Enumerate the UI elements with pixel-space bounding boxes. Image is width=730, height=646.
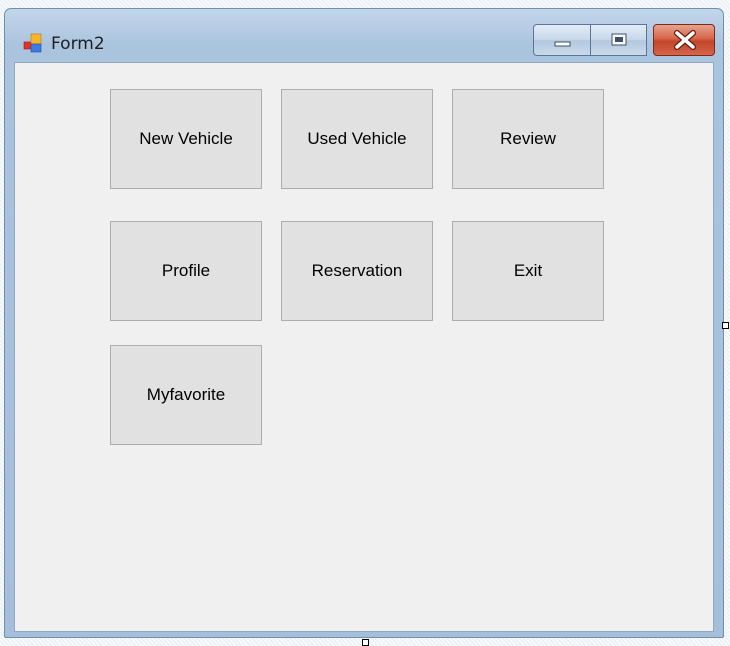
close-button[interactable] — [653, 24, 715, 56]
designer-surface: Form2 New Vehicle Used Vehicle Review Pr… — [0, 0, 730, 646]
profile-button[interactable]: Profile — [110, 221, 262, 321]
title-bar[interactable]: Form2 — [5, 9, 723, 61]
form-window[interactable]: Form2 New Vehicle Used Vehicle Review Pr… — [4, 8, 724, 638]
reservation-button[interactable]: Reservation — [281, 221, 433, 321]
exit-button[interactable]: Exit — [452, 221, 604, 321]
window-title: Form2 — [51, 34, 105, 54]
form-client-area: New Vehicle Used Vehicle Review Profile … — [14, 62, 714, 632]
myfavorite-button[interactable]: Myfavorite — [110, 345, 262, 445]
resize-handle-right[interactable] — [722, 322, 729, 329]
review-button[interactable]: Review — [452, 89, 604, 189]
windows-forms-app-icon — [23, 33, 45, 53]
used-vehicle-button[interactable]: Used Vehicle — [281, 89, 433, 189]
maximize-button[interactable] — [591, 24, 647, 56]
minimize-button[interactable] — [533, 24, 591, 56]
new-vehicle-button[interactable]: New Vehicle — [110, 89, 262, 189]
resize-handle-bottom[interactable] — [362, 639, 369, 646]
